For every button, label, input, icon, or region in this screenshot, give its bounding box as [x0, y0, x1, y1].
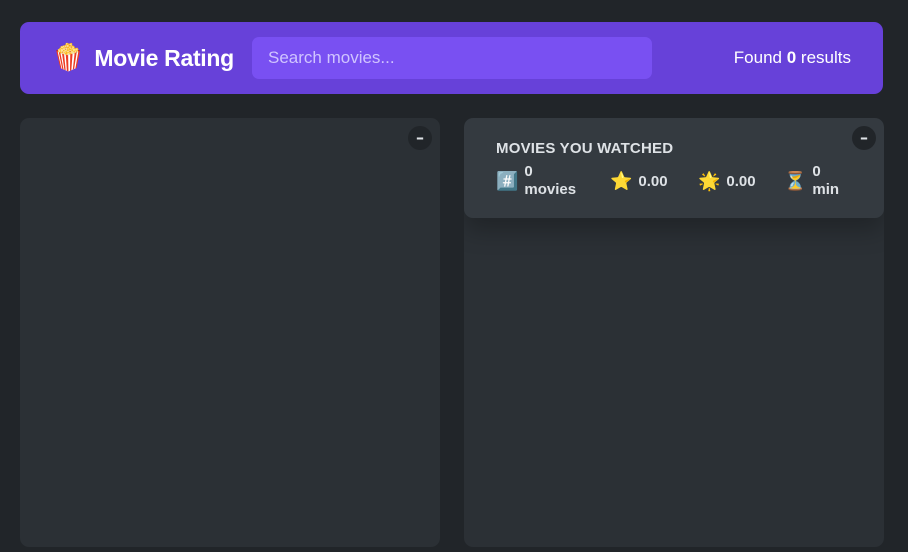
glowing-star-icon: 🌟: [698, 170, 721, 192]
results-number: 0: [786, 48, 797, 67]
watched-box: – Movies you watched #️⃣ 0 movies ⭐️ 0.0…: [464, 118, 884, 547]
user-average: 0.00: [726, 172, 756, 190]
watched-summary: Movies you watched #️⃣ 0 movies ⭐️ 0.00 …: [464, 118, 884, 218]
logo: 🍿 Movie Rating: [52, 45, 252, 72]
imdb-average: 0.00: [638, 172, 668, 190]
app-title: Movie Rating: [94, 44, 234, 71]
movies-unit: movies: [524, 181, 577, 198]
movies-count-stat: #️⃣ 0 movies: [496, 163, 610, 199]
movie-list-box: –: [20, 118, 440, 547]
movies-count: 0: [524, 163, 533, 180]
runtime-stat: ⏳ 0 min: [784, 163, 839, 199]
runtime-unit: min: [812, 181, 840, 198]
star-icon: ⭐️: [610, 170, 633, 192]
imdb-rating-stat: ⭐️ 0.00: [610, 171, 698, 192]
runtime-value: 0: [812, 163, 821, 180]
navbar: 🍿 Movie Rating Found 0 results: [20, 22, 883, 94]
popcorn-icon: 🍿: [52, 43, 85, 73]
search-input[interactable]: [252, 37, 652, 79]
hourglass-icon: ⏳: [784, 170, 807, 192]
results-count: Found 0 results: [733, 48, 851, 67]
summary-stats: #️⃣ 0 movies ⭐️ 0.00 🌟 0.00 ⏳ 0 min: [496, 163, 852, 199]
hash-icon: #️⃣: [496, 170, 519, 192]
collapse-button[interactable]: –: [852, 126, 876, 150]
user-rating-stat: 🌟 0.00: [698, 171, 784, 192]
summary-heading: Movies you watched: [496, 140, 674, 157]
collapse-button[interactable]: –: [408, 126, 432, 150]
